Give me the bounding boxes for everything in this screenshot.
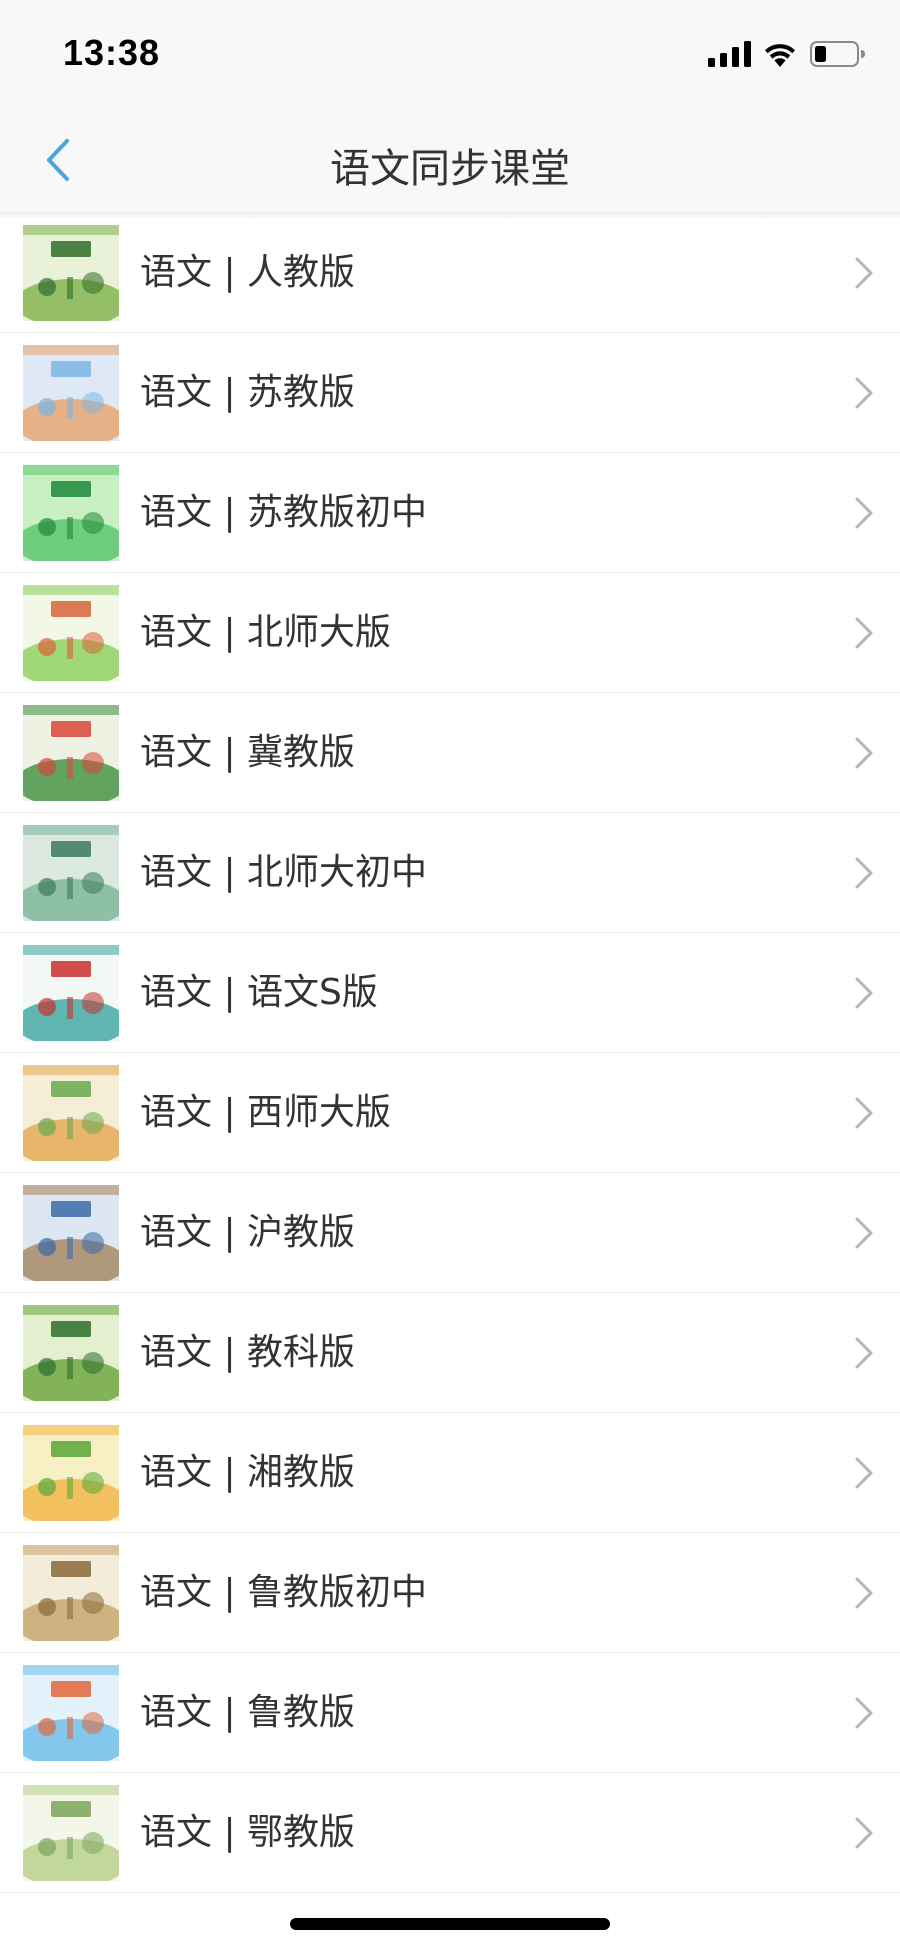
list-item[interactable]: 语文 | 语文S版 <box>0 933 900 1053</box>
textbook-cover-image <box>23 1065 119 1161</box>
textbook-cover-image <box>23 1665 119 1761</box>
status-bar: 13:38 <box>0 0 900 110</box>
textbook-cover-image <box>23 705 119 801</box>
chevron-right-icon <box>852 1695 876 1731</box>
list-item-label: 语文 | 鲁教版初中 <box>140 1572 428 1613</box>
list-item-label: 语文 | 人教版 <box>140 252 356 293</box>
textbook-cover-image <box>23 345 119 441</box>
chevron-right-icon <box>852 1095 876 1131</box>
list-item[interactable]: 语文 | 鲁教版 <box>0 1653 900 1773</box>
list-item[interactable]: 语文 | 人教版 <box>0 213 900 333</box>
chevron-right-icon <box>852 975 876 1011</box>
battery-icon <box>810 40 866 72</box>
chevron-right-icon <box>852 1455 876 1491</box>
list-item[interactable]: 语文 | 北师大版 <box>0 573 900 693</box>
list-item-label: 语文 | 西师大版 <box>140 1092 392 1133</box>
navigation-bar: 语文同步课堂 <box>0 110 900 213</box>
textbook-cover-image <box>23 1425 119 1521</box>
textbook-cover-image <box>23 1785 119 1881</box>
chevron-right-icon <box>852 1815 876 1851</box>
textbook-cover-image <box>23 945 119 1041</box>
list-item[interactable]: 语文 | 苏教版 <box>0 333 900 453</box>
textbook-cover-image <box>23 1545 119 1641</box>
list-item-label: 语文 | 鄂教版 <box>140 1812 356 1853</box>
signal-icon <box>708 41 752 71</box>
chevron-right-icon <box>852 1575 876 1611</box>
status-time: 13:38 <box>63 32 161 73</box>
chevron-right-icon <box>852 1335 876 1371</box>
list-item[interactable]: 语文 | 沪教版 <box>0 1173 900 1293</box>
chevron-right-icon <box>852 615 876 651</box>
chevron-right-icon <box>852 735 876 771</box>
list-item-label: 语文 | 湘教版 <box>140 1452 356 1493</box>
list-item[interactable]: 语文 | 教科版 <box>0 1293 900 1413</box>
textbook-cover-image <box>23 585 119 681</box>
textbook-list: 语文 | 人教版 语文 | 苏教版语文 | 苏教版初中 语文 | 北师大版 语文 | … <box>0 213 900 1893</box>
list-item-label: 语文 | 鲁教版 <box>140 1692 356 1733</box>
textbook-cover-image <box>23 1305 119 1401</box>
chevron-right-icon <box>852 1215 876 1251</box>
list-item-label: 语文 | 北师大版 <box>140 612 392 653</box>
chevron-right-icon <box>852 375 876 411</box>
list-item-label: 语文 | 苏教版 <box>140 372 356 413</box>
list-item-label: 语文 | 沪教版 <box>140 1212 356 1253</box>
list-item[interactable]: 语文 | 鄂教版 <box>0 1773 900 1893</box>
wifi-icon <box>762 41 798 71</box>
textbook-cover-image <box>23 465 119 561</box>
home-indicator <box>290 1918 610 1930</box>
list-item[interactable]: 语文 | 苏教版初中 <box>0 453 900 573</box>
list-item-label: 语文 | 教科版 <box>140 1332 356 1373</box>
list-item[interactable]: 语文 | 鲁教版初中 <box>0 1533 900 1653</box>
list-item[interactable]: 语文 | 冀教版 <box>0 693 900 813</box>
page-title: 语文同步课堂 <box>330 146 570 192</box>
textbook-cover-image <box>23 225 119 321</box>
chevron-right-icon <box>852 495 876 531</box>
chevron-right-icon <box>852 255 876 291</box>
textbook-cover-image <box>23 825 119 921</box>
textbook-cover-image <box>23 1185 119 1281</box>
list-item[interactable]: 语文 | 西师大版 <box>0 1053 900 1173</box>
list-item-label: 语文 | 北师大初中 <box>140 852 428 893</box>
status-icons <box>708 40 866 72</box>
list-item[interactable]: 语文 | 湘教版 <box>0 1413 900 1533</box>
chevron-right-icon <box>852 855 876 891</box>
list-item-label: 语文 | 语文S版 <box>140 972 378 1013</box>
list-item[interactable]: 语文 | 北师大初中 <box>0 813 900 933</box>
list-item-label: 语文 | 苏教版初中 <box>140 492 428 533</box>
list-item-label: 语文 | 冀教版 <box>140 732 356 773</box>
